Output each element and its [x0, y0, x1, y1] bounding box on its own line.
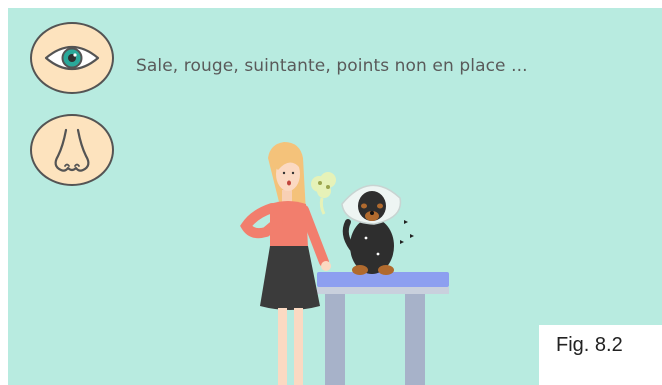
exam-table	[317, 272, 449, 385]
illustration-scene: Sale, rouge, suintante, points non en pl…	[8, 8, 662, 385]
smell-cloud	[311, 172, 336, 215]
figure-label-box: Fig. 8.2	[539, 325, 662, 385]
dog-with-cone	[341, 184, 414, 275]
figure-label: Fig. 8.2	[556, 334, 623, 356]
